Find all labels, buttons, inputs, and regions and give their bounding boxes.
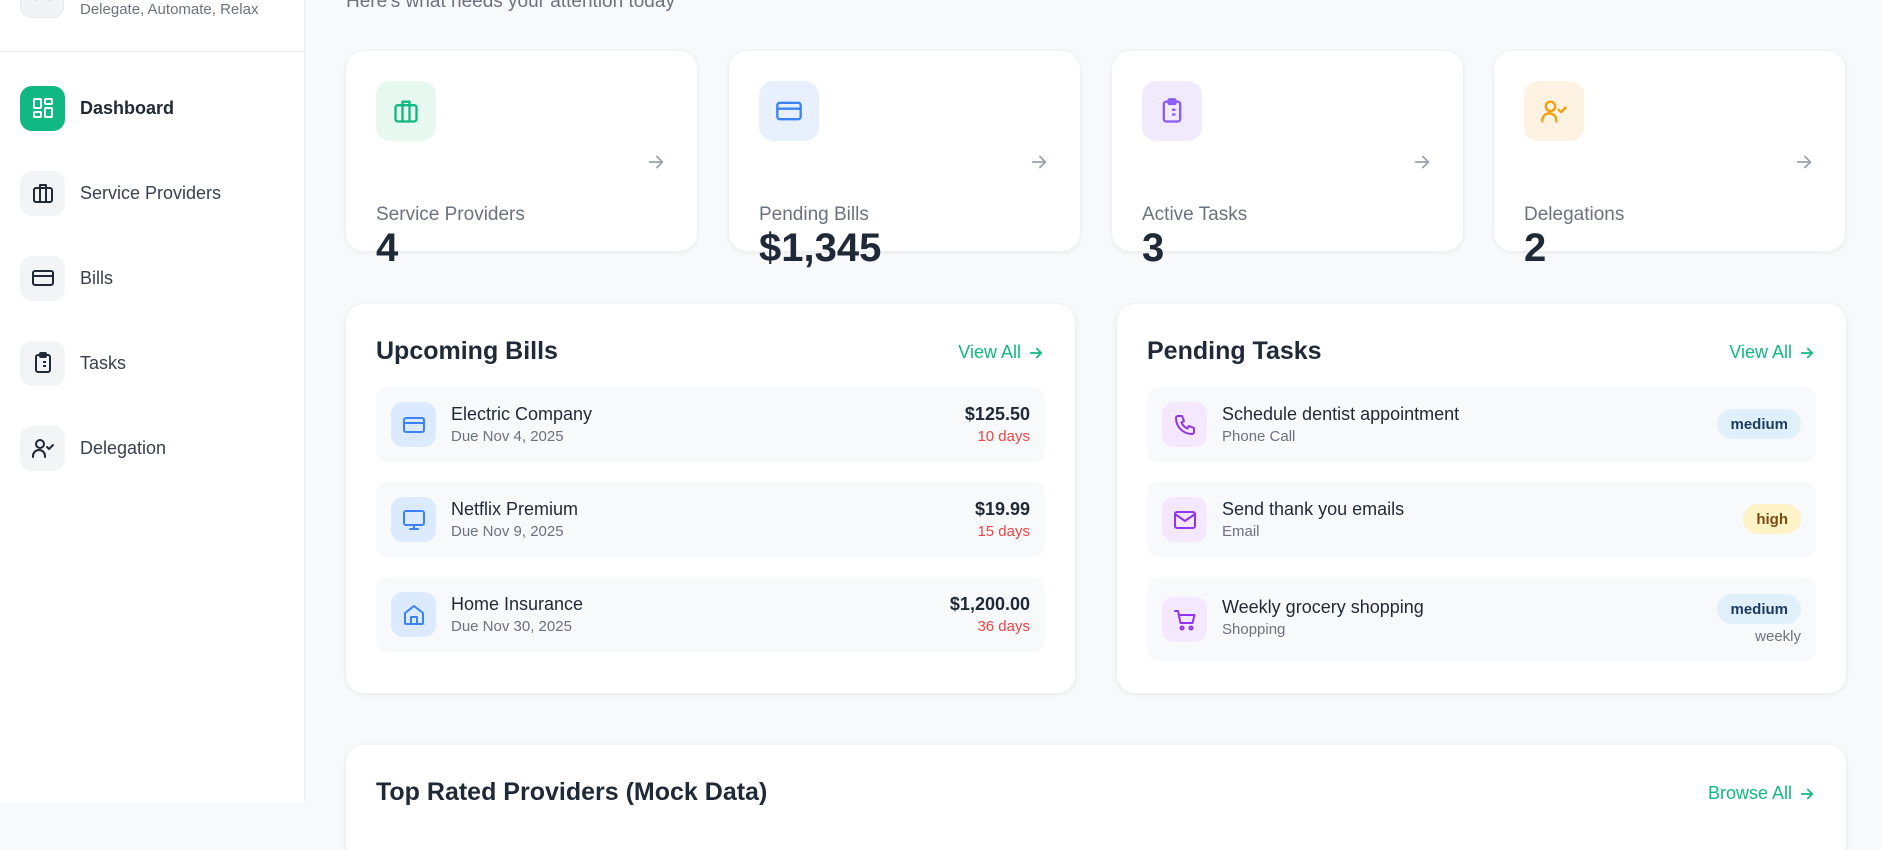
grid-icon xyxy=(20,85,65,131)
credit-card-icon xyxy=(391,402,436,447)
sidebar-item-label: Service Providers xyxy=(80,182,222,203)
task-recurrence: weekly xyxy=(1755,628,1801,645)
bill-name: Home Insurance xyxy=(451,594,584,614)
view-all-label: View All xyxy=(1729,342,1792,362)
stat-value: 3 xyxy=(1142,226,1165,270)
stat-label: Active Tasks xyxy=(1142,204,1248,225)
bill-days-left: 36 days xyxy=(977,618,1030,635)
view-all-bills-link[interactable]: View All xyxy=(958,342,1045,363)
bill-due-date: Due Nov 4, 2025 xyxy=(451,428,564,445)
bill-row[interactable]: Electric Company Due Nov 4, 2025 $125.50… xyxy=(376,387,1045,462)
top-providers-panel: Top Rated Providers (Mock Data) Browse A… xyxy=(346,745,1846,850)
phone-icon xyxy=(1162,402,1207,447)
arrow-right-icon[interactable] xyxy=(1411,151,1433,173)
panel-title: Top Rated Providers (Mock Data) xyxy=(376,778,768,806)
stat-value: 4 xyxy=(376,226,399,270)
bill-due-date: Due Nov 30, 2025 xyxy=(451,618,572,635)
stat-value: $1,345 xyxy=(759,226,882,270)
app-tagline: Delegate, Automate, Relax xyxy=(80,1,259,18)
sidebar-item-label: Delegation xyxy=(80,437,167,458)
clipboard-icon xyxy=(1142,81,1202,141)
bill-row[interactable]: Home Insurance Due Nov 30, 2025 $1,200.0… xyxy=(376,577,1045,652)
browse-all-label: Browse All xyxy=(1707,783,1792,803)
arrow-right-icon xyxy=(1800,347,1814,358)
stat-value: 2 xyxy=(1524,226,1547,270)
task-name: Schedule dentist appointment xyxy=(1222,404,1460,424)
priority-badge: high xyxy=(1743,504,1801,534)
bill-amount: $1,200.00 xyxy=(949,594,1030,614)
bill-name: Netflix Premium xyxy=(451,499,579,519)
sidebar-item-label: Bills xyxy=(80,267,114,288)
cart-icon xyxy=(1162,597,1207,642)
stat-card-active-tasks[interactable]: Active Tasks 3 xyxy=(1112,51,1463,270)
sidebar-item-label: Tasks xyxy=(80,352,127,373)
arrow-right-icon[interactable] xyxy=(645,151,667,173)
bill-due-date: Due Nov 9, 2025 xyxy=(451,523,564,540)
browse-all-link[interactable]: Browse All xyxy=(1708,783,1816,804)
priority-badge: medium xyxy=(1717,594,1801,624)
stat-label: Service Providers xyxy=(376,204,525,225)
arrow-right-icon xyxy=(1800,788,1814,799)
brand-header: Delegate, Automate, Relax xyxy=(0,0,304,52)
credit-card-icon xyxy=(20,255,65,301)
view-all-label: View All xyxy=(958,342,1021,362)
sidebar-item-delegation[interactable]: Delegation xyxy=(20,425,290,471)
sidebar-item-tasks[interactable]: Tasks xyxy=(20,340,290,386)
sidebar-item-bills[interactable]: Bills xyxy=(20,255,290,301)
stat-label: Pending Bills xyxy=(759,204,869,225)
stat-card-service-providers[interactable]: Service Providers 4 xyxy=(346,51,697,270)
stat-label: Delegations xyxy=(1524,204,1625,225)
task-row[interactable]: Schedule dentist appointment Phone Call … xyxy=(1147,387,1816,462)
view-all-tasks-link[interactable]: View All xyxy=(1729,342,1816,363)
app-logo[interactable] xyxy=(20,0,64,18)
briefcase-icon xyxy=(20,170,65,216)
user-check-icon xyxy=(20,425,65,471)
credit-card-icon xyxy=(759,81,819,141)
bill-amount: $125.50 xyxy=(964,404,1030,424)
stat-card-pending-bills[interactable]: Pending Bills $1,345 xyxy=(729,51,1080,270)
mail-icon xyxy=(1162,497,1207,542)
bill-amount: $19.99 xyxy=(974,499,1030,519)
upcoming-bills-panel: Upcoming Bills View All Electric Company… xyxy=(346,304,1075,693)
bill-days-left: 15 days xyxy=(977,523,1030,540)
task-type: Email xyxy=(1222,523,1260,540)
home-icon xyxy=(391,592,436,637)
task-row[interactable]: Weekly grocery shopping Shopping medium … xyxy=(1147,577,1816,661)
task-name: Weekly grocery shopping xyxy=(1222,597,1424,617)
sidebar-item-dashboard[interactable]: Dashboard xyxy=(20,85,290,131)
briefcase-icon xyxy=(376,81,436,141)
task-name: Send thank you emails xyxy=(1222,499,1405,519)
arrow-right-icon[interactable] xyxy=(1793,151,1815,173)
bill-row[interactable]: Netflix Premium Due Nov 9, 2025 $19.99 1… xyxy=(376,482,1045,557)
sidebar: Delegate, Automate, Relax Dashboard Serv… xyxy=(0,0,305,803)
bill-name: Electric Company xyxy=(451,404,593,424)
monitor-icon xyxy=(391,497,436,542)
sidebar-item-label: Dashboard xyxy=(80,97,175,118)
task-type: Phone Call xyxy=(1222,428,1296,445)
sidebar-item-service-providers[interactable]: Service Providers xyxy=(20,170,290,216)
page-subtitle: Here's what needs your attention today xyxy=(346,0,675,12)
panel-title: Upcoming Bills xyxy=(376,337,558,365)
panel-title: Pending Tasks xyxy=(1147,337,1322,365)
arrow-right-icon[interactable] xyxy=(1028,151,1050,173)
task-type: Shopping xyxy=(1222,621,1286,638)
user-check-icon xyxy=(1524,81,1584,141)
task-row[interactable]: Send thank you emails Email high xyxy=(1147,482,1816,557)
clipboard-icon xyxy=(20,340,65,386)
priority-badge: medium xyxy=(1717,409,1801,439)
arrow-right-icon xyxy=(1029,347,1043,358)
bill-days-left: 10 days xyxy=(977,428,1030,445)
pending-tasks-panel: Pending Tasks View All Schedule dentist … xyxy=(1117,304,1846,693)
stat-card-delegations[interactable]: Delegations 2 xyxy=(1494,51,1845,270)
